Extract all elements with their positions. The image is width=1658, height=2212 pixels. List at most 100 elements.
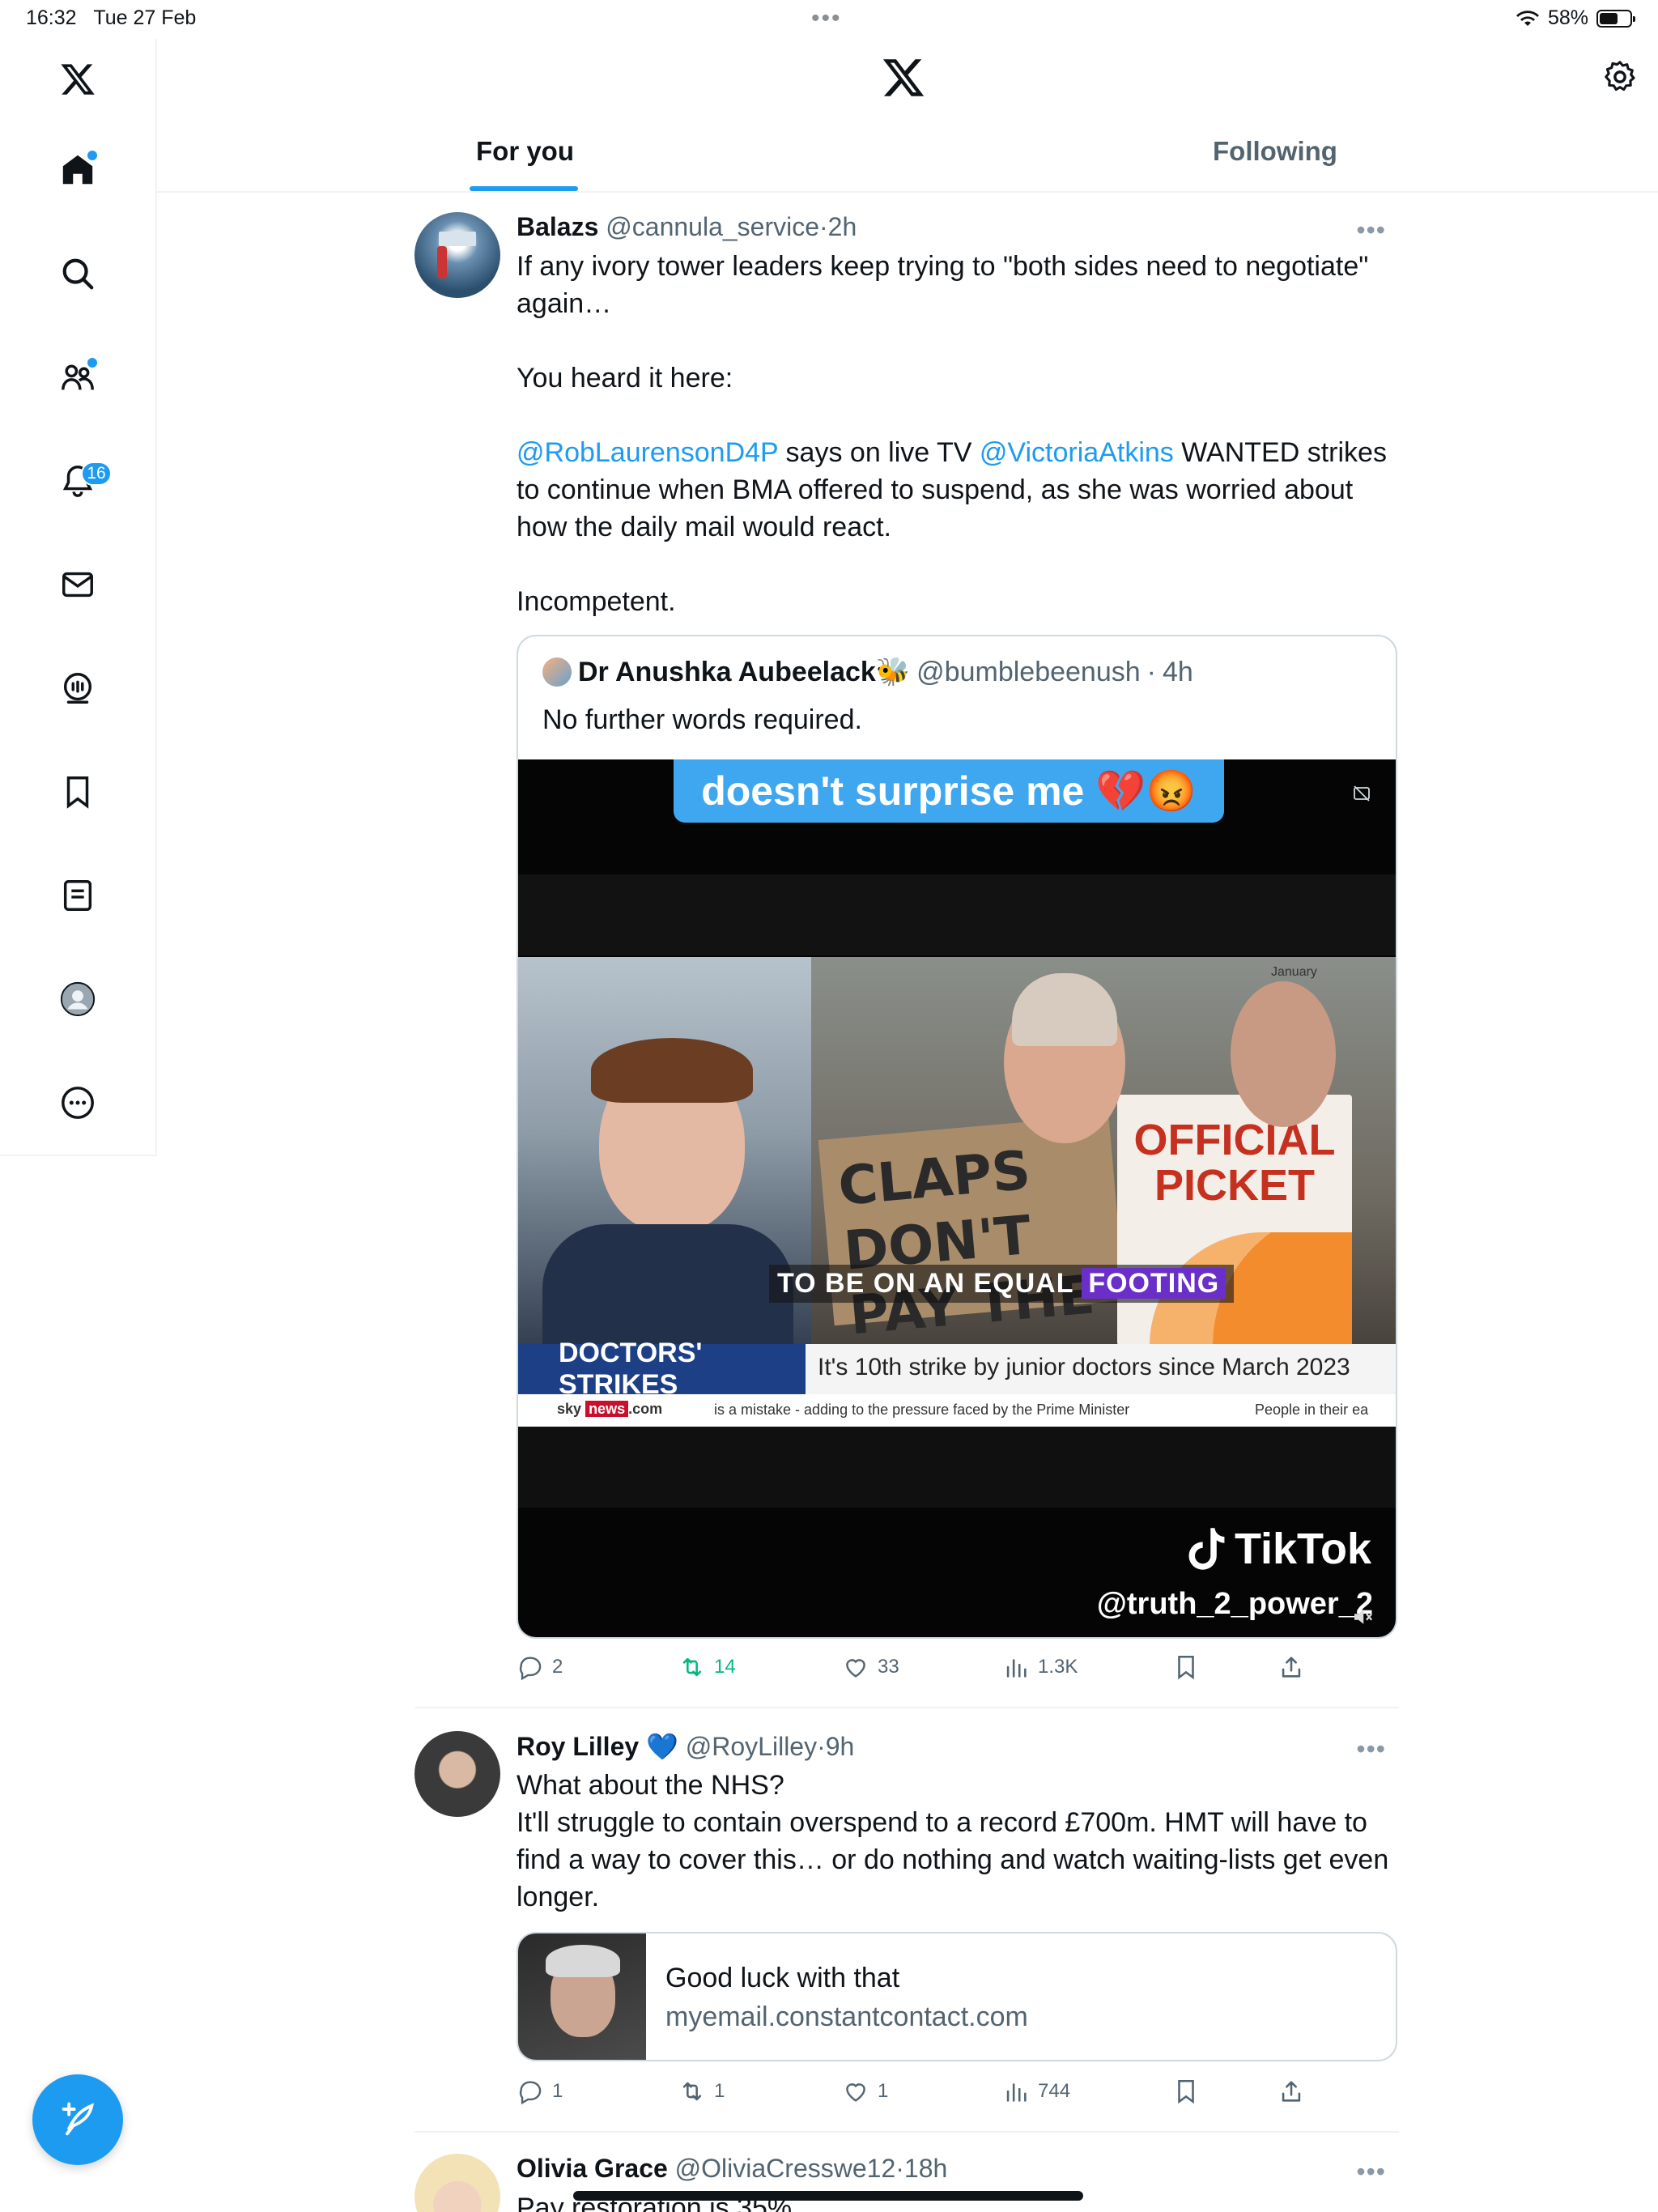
author-handle[interactable]: @RoyLilley [686, 1732, 817, 1761]
share-button[interactable] [1278, 1653, 1305, 1681]
author-handle[interactable]: @OliviaCresswe12 [675, 2154, 896, 2183]
video-player[interactable]: doesn't surprise me 💔😡 January CLAPS DON… [518, 759, 1396, 1637]
x-logo-icon [61, 64, 95, 95]
bookmark-icon [66, 776, 89, 809]
tab-following[interactable]: Following [1213, 136, 1337, 167]
heart-icon [846, 1659, 865, 1678]
tweet[interactable]: Olivia Grace @OliviaCresswe12·18h ••• Pa… [414, 2154, 1399, 2212]
tweet-header: Olivia Grace @OliviaCresswe12·18h [517, 2154, 948, 2183]
like-button[interactable]: 1 [842, 2078, 888, 2105]
share-button[interactable] [1278, 2078, 1305, 2105]
link-card[interactable]: Good luck with that myemail.constantcont… [517, 1932, 1397, 2061]
repost-button[interactable]: 1 [678, 2078, 725, 2105]
tweet[interactable]: Balazs @cannula_service·2h ••• If any iv… [414, 212, 1399, 1702]
author-name[interactable]: Olivia Grace [517, 2154, 668, 2183]
tweet-time[interactable]: 2h [828, 212, 857, 241]
communities-unread-dot [86, 356, 99, 369]
avatar[interactable] [414, 1731, 500, 1817]
tweet-time[interactable]: 9h [826, 1732, 855, 1761]
sidebar-item-profile[interactable] [45, 967, 110, 1032]
reply-button[interactable]: 1 [517, 2078, 563, 2105]
like-count: 1 [878, 2080, 889, 2102]
views-chart-icon [1006, 1659, 1027, 1678]
mail-icon [62, 572, 93, 598]
views-button[interactable]: 1.3K [1002, 1653, 1078, 1681]
repost-button[interactable]: 14 [678, 1653, 736, 1681]
battery-percent: 58% [1547, 6, 1588, 29]
spaces-icon [63, 673, 92, 704]
tweet-actions: 2 14 33 1.3K [517, 1653, 1326, 1686]
link-card-domain: myemail.constantcontact.com [665, 2001, 1028, 2032]
bookmark-button[interactable] [1172, 2078, 1200, 2105]
author-name[interactable]: Balazs [517, 212, 598, 241]
tweet[interactable]: Roy Lilley 💙 @RoyLilley·9h ••• What abou… [414, 1731, 1399, 2105]
bookmark-button[interactable] [1172, 1653, 1200, 1681]
quoted-tweet[interactable]: Dr Anushka Aubeelack🐝 @bumblebeenush · 4h … [517, 635, 1397, 1639]
author-handle[interactable]: @cannula_service [606, 212, 819, 241]
lists-icon [63, 880, 92, 911]
sidebar-item-messages[interactable] [45, 552, 110, 617]
compose-post-button[interactable] [32, 2074, 123, 2165]
tiktok-watermark: TikTok [1186, 1524, 1371, 1574]
reply-count: 1 [552, 2080, 563, 2102]
news-ticker: DOCTORS' STRIKES It's 10th strike by jun… [518, 1338, 1396, 1400]
sidebar-item-bookmarks[interactable] [45, 759, 110, 824]
tab-for-you[interactable]: For you [476, 136, 574, 167]
gear-icon[interactable] [1601, 58, 1639, 96]
repost-icon [682, 2082, 702, 2101]
like-button[interactable]: 33 [842, 1653, 899, 1681]
battery-icon [1596, 9, 1635, 28]
mention-link[interactable]: @VictoriaAtkins [980, 437, 1174, 468]
author-handle[interactable]: @bumblebeenush [916, 657, 1140, 688]
tweet-text-line: You heard it here: [517, 363, 733, 393]
home-unread-dot [86, 149, 99, 162]
sign-text: OFFICIAL [1133, 1116, 1336, 1164]
mute-icon[interactable] [1350, 1605, 1375, 1629]
views-button[interactable]: 744 [1002, 2078, 1070, 2105]
author-name[interactable]: Roy Lilley 💙 [517, 1732, 678, 1761]
bookmark-icon [1178, 1655, 1194, 1680]
sidebar-item-more[interactable] [45, 1070, 110, 1135]
tweet-text: What about the NHS? It'll struggle to co… [517, 1767, 1399, 1916]
notifications-badge: 16 [81, 462, 112, 486]
mention-link[interactable]: @RobLaurensonD4P [517, 437, 778, 468]
reply-icon [519, 1657, 542, 1681]
profile-avatar-icon [60, 981, 96, 1017]
like-count: 33 [878, 1656, 899, 1678]
repost-icon [682, 1657, 702, 1677]
x-logo[interactable] [45, 47, 110, 112]
reply-button[interactable]: 2 [517, 1653, 563, 1681]
sidebar-item-notifications[interactable]: 16 [45, 449, 112, 513]
link-card-image [518, 1933, 646, 2060]
quote-header: Dr Anushka Aubeelack🐝 @bumblebeenush · 4h [542, 656, 1193, 688]
sky-news-logo: sky news .com [557, 1401, 663, 1417]
sidebar-item-communities[interactable] [45, 345, 110, 410]
tweet-divider [414, 1707, 1399, 1708]
video-subtitle: TO BE ON AN EQUAL FOOTING [769, 1265, 1235, 1303]
sidebar-nav: 16 [0, 39, 157, 1156]
sidebar-item-spaces[interactable] [45, 656, 110, 721]
more-options-icon[interactable]: ••• [1356, 215, 1386, 245]
tweet-text-line: If any ivory tower leaders keep trying t… [517, 251, 1369, 319]
caption-toggle-icon[interactable] [1352, 784, 1371, 803]
more-options-icon[interactable]: ••• [1356, 2157, 1386, 2187]
avatar[interactable] [414, 212, 500, 298]
multitasking-dots[interactable]: ••• [811, 5, 842, 32]
author-name[interactable]: Dr Anushka Aubeelack🐝 [578, 656, 910, 688]
more-circle-icon [62, 1087, 94, 1119]
x-logo-icon[interactable] [881, 55, 926, 100]
status-right: 58% [1516, 6, 1635, 30]
news-crawl: sky news .com is a mistake - adding to th… [518, 1394, 1396, 1427]
sidebar-item-search[interactable] [45, 241, 110, 306]
video-month: January [1271, 965, 1317, 979]
avatar[interactable] [542, 657, 572, 687]
avatar[interactable] [414, 2154, 500, 2212]
heart-icon [846, 2083, 865, 2102]
more-options-icon[interactable]: ••• [1356, 1734, 1386, 1764]
tweet-time[interactable]: 18h [904, 2154, 947, 2183]
sidebar-item-home[interactable] [45, 138, 110, 202]
tweet-time[interactable]: 4h [1163, 657, 1193, 688]
active-tab-indicator [470, 186, 578, 191]
home-indicator[interactable] [573, 2191, 1083, 2201]
sidebar-item-lists[interactable] [45, 863, 110, 928]
